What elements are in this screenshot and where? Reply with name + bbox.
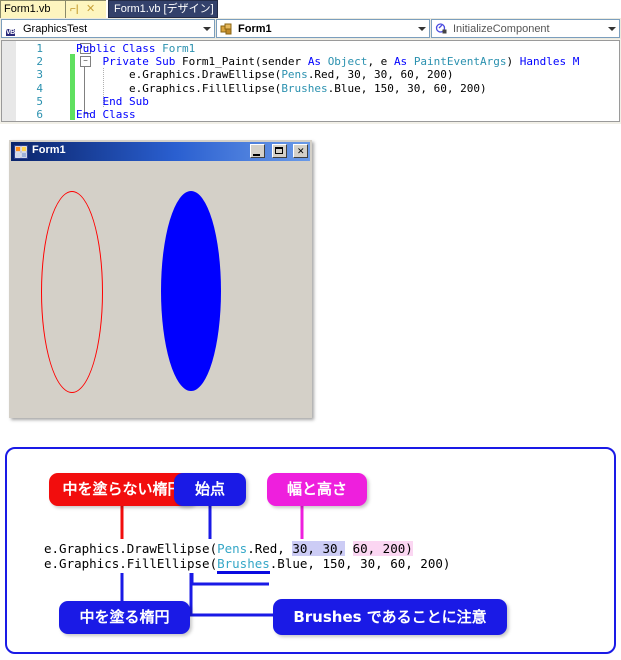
token-pens: Pens	[217, 541, 248, 556]
ide-panel: Form1.vb ⌐| ✕ Form1.vb [デザイン] VB Graphic…	[0, 0, 621, 124]
tab-form1-vb-code[interactable]: Form1.vb	[0, 0, 66, 18]
code-token: End Class	[76, 107, 136, 121]
window-controls: ✕	[249, 144, 308, 159]
chevron-down-icon[interactable]	[418, 27, 426, 31]
class-dropdown[interactable]: Form1	[216, 19, 430, 38]
code-token: .Blue, 150, 30, 60, 200)	[327, 81, 487, 95]
code-line: 2 Private Sub Form1_Paint(sender As Obje…	[2, 55, 619, 68]
annotation-diagram: 中を塗らない楕円 始点 幅と高さ e.Graphics.DrawEllipse(…	[5, 447, 616, 654]
close-button[interactable]: ✕	[293, 144, 308, 158]
code-token: )	[506, 55, 520, 69]
code-token: End Sub	[76, 94, 149, 108]
bubble-start-point: 始点	[174, 473, 246, 506]
bubble-brushes-note: Brushes であることに注意	[273, 599, 507, 635]
code-line: 3 e.Graphics.DrawEllipse(Pens.Red, 30, 3…	[2, 68, 619, 81]
line-number: 6	[36, 107, 43, 121]
member-dropdown-value: InitializeComponent	[453, 23, 550, 35]
pin-icon[interactable]: ⌐|	[70, 5, 80, 15]
tab-tools: ⌐| ✕	[66, 0, 106, 19]
code-token: Form1	[162, 42, 196, 55]
tab-label: Form1.vb	[4, 3, 51, 15]
minimize-button[interactable]	[250, 144, 266, 158]
editor-tab-strip: Form1.vb ⌐| ✕ Form1.vb [デザイン]	[0, 0, 621, 19]
code-line: 6 End Class	[2, 108, 619, 121]
code-line: 4 e.Graphics.FillEllipse(Brushes.Blue, 1…	[2, 82, 619, 95]
close-icon[interactable]: ✕	[86, 4, 97, 15]
member-dropdown[interactable]: InitializeComponent	[431, 19, 620, 38]
token-red-arg: .Red,	[247, 541, 293, 556]
code-token: Brushes	[281, 81, 328, 95]
code-token: Pens	[281, 68, 308, 82]
form1-title-text: Form1	[32, 144, 66, 156]
code-token: e.Graphics.FillEllipse(	[76, 81, 282, 95]
line-number: 3	[36, 68, 43, 82]
code-token: Form1_Paint(sender	[181, 55, 308, 69]
code-text: e.Graphics.DrawEllipse(Pens.Red, 30, 30,…	[76, 68, 454, 81]
token-size-args: 60, 200)	[352, 541, 413, 556]
chevron-down-icon[interactable]	[608, 27, 616, 31]
code-token: Handles M	[519, 55, 580, 69]
bubble-width-height: 幅と高さ	[267, 473, 367, 506]
token-start-point-args: 30, 30,	[292, 541, 346, 556]
tab-form1-vb-designer[interactable]: Form1.vb [デザイン]	[108, 0, 218, 18]
code-token: Public Class	[76, 42, 163, 55]
code-line: 5 End Sub	[2, 95, 619, 108]
code-text: Public Class Form1	[76, 42, 195, 55]
token-drawellipse-call: e.Graphics.DrawEllipse(	[44, 541, 218, 556]
navigation-bar: VB GraphicsTest Form1 InitializeComponen…	[0, 18, 621, 39]
annotated-code: e.Graphics.DrawEllipse(Pens.Red, 30, 30,…	[44, 541, 451, 574]
code-text: End Sub	[76, 94, 149, 108]
vb-form-icon	[14, 145, 28, 159]
token-blue-args: .Blue, 150, 30, 60, 200)	[269, 556, 451, 571]
method-private-icon	[435, 23, 449, 35]
code-token: , e	[367, 55, 394, 69]
annotated-code-line-draw: e.Graphics.DrawEllipse(Pens.Red, 30, 30,…	[44, 541, 450, 556]
vb-project-icon: VB	[5, 28, 16, 37]
project-dropdown-value: GraphicsTest	[23, 23, 88, 35]
blue-filled-ellipse	[161, 191, 221, 391]
form-class-icon	[220, 23, 234, 35]
token-fillellipse-call: e.Graphics.FillEllipse(	[44, 556, 218, 571]
code-lines: 1 Public Class Form1 2 Private Sub Form1_P…	[2, 42, 619, 121]
tab-label: Form1.vb [デザイン]	[114, 3, 214, 15]
line-number: 2	[36, 55, 43, 69]
code-token: As	[393, 55, 414, 69]
code-token: Private Sub	[76, 55, 182, 69]
class-dropdown-value: Form1	[238, 23, 272, 35]
code-text: End Class	[76, 108, 136, 121]
line-number: 5	[36, 94, 43, 108]
code-line: 1 Public Class Form1	[2, 42, 619, 55]
annotated-code-line-fill: e.Graphics.FillEllipse(Brushes.Blue, 150…	[44, 556, 451, 574]
chevron-down-icon[interactable]	[203, 27, 211, 31]
bubble-fill-ellipse: 中を塗る楕円	[59, 601, 190, 634]
project-dropdown[interactable]: VB GraphicsTest	[1, 19, 215, 38]
form1-title-bar[interactable]: Form1 ✕	[11, 142, 310, 161]
code-token: e.Graphics.DrawEllipse(	[76, 68, 282, 82]
form1-window[interactable]: Form1 ✕	[9, 140, 312, 418]
line-number: 1	[36, 42, 43, 55]
line-number: 4	[36, 81, 43, 95]
code-editor[interactable]: − − 1 Public Class Form1 2 Private Sub For…	[1, 40, 620, 122]
code-text: Private Sub Form1_Paint(sender As Object…	[76, 55, 579, 68]
code-token: PaintEventArgs	[413, 55, 507, 69]
code-token: As	[307, 55, 328, 69]
code-token: .Red, 30, 30, 60, 200)	[307, 68, 454, 82]
form1-client-area[interactable]	[11, 161, 310, 416]
code-token: Object	[327, 55, 368, 69]
red-outline-ellipse	[41, 191, 103, 393]
code-text: e.Graphics.FillEllipse(Brushes.Blue, 150…	[76, 82, 487, 95]
maximize-button[interactable]	[271, 144, 287, 158]
token-brushes: Brushes	[217, 556, 270, 574]
